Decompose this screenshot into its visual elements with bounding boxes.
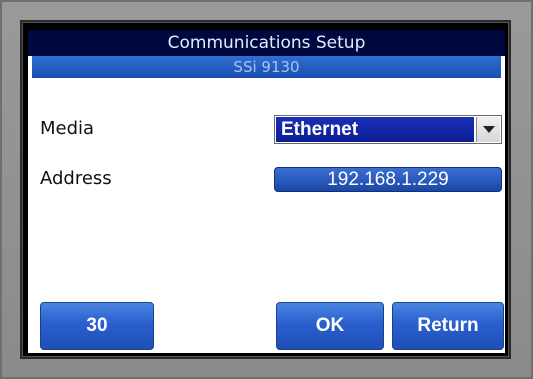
address-label: Address (40, 168, 112, 189)
timeout-30-button[interactable]: 30 (40, 302, 154, 350)
return-button[interactable]: Return (392, 302, 504, 350)
address-field[interactable]: 192.168.1.229 (274, 167, 502, 192)
chevron-down-icon[interactable] (476, 117, 500, 142)
ok-button[interactable]: OK (276, 302, 384, 350)
page-title: Communications Setup (28, 30, 505, 56)
media-dropdown[interactable]: Ethernet (274, 115, 502, 144)
media-selected-value[interactable]: Ethernet (276, 117, 474, 142)
media-label: Media (40, 118, 95, 139)
device-subtitle: SSi 9130 (32, 56, 501, 78)
screen: Communications Setup SSi 9130 Media Ethe… (28, 30, 505, 353)
